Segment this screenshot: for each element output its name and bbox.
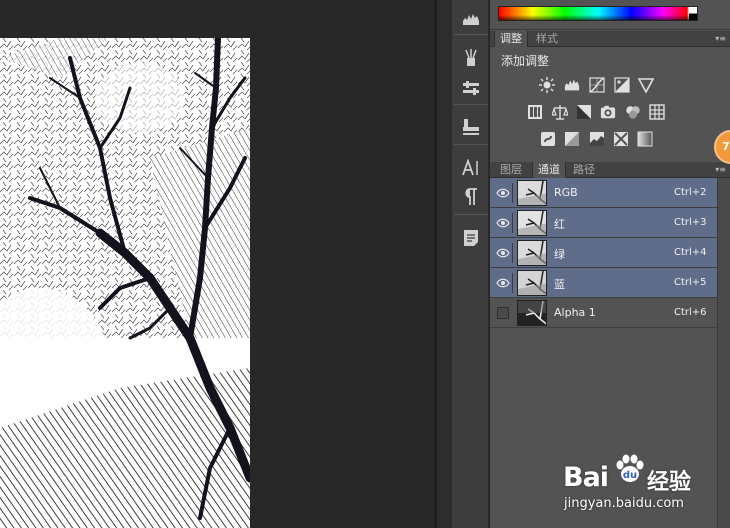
channel-thumbnail xyxy=(517,270,547,296)
adjustments-tab-bar: 调整 样式 ▾≡ xyxy=(490,31,730,47)
panel-menu-icon[interactable]: ▾≡ xyxy=(715,162,726,178)
eye-icon[interactable] xyxy=(493,273,513,293)
vibrance-icon[interactable] xyxy=(638,77,654,93)
visibility-toggle-box[interactable] xyxy=(497,307,509,319)
add-adjustment-label: 添加调整 xyxy=(501,54,550,68)
channel-name: 红 xyxy=(554,218,565,231)
tab-paths[interactable]: 路径 xyxy=(568,162,600,178)
svg-text:du: du xyxy=(623,470,637,481)
eye-icon[interactable] xyxy=(493,243,513,263)
color-balance-icon[interactable] xyxy=(552,104,568,120)
channel-name: 蓝 xyxy=(554,278,565,291)
tab-channels[interactable]: 通道 xyxy=(532,162,566,178)
tab-layers[interactable]: 图层 xyxy=(495,162,527,178)
black-white-icon[interactable] xyxy=(576,104,592,120)
channel-shortcut: Ctrl+4 xyxy=(674,247,707,258)
toolbar-separator xyxy=(454,104,488,105)
gradient-map-icon[interactable] xyxy=(637,131,653,147)
channel-shortcut: Ctrl+2 xyxy=(674,187,707,198)
panel-dock-gap xyxy=(437,0,451,528)
watermark: Bai du 经验 jingyan.baidu.com xyxy=(555,452,725,522)
clone-source-icon[interactable] xyxy=(461,117,481,137)
color-lookup-icon[interactable] xyxy=(649,104,665,120)
watermark-brand: Bai xyxy=(563,462,609,493)
channel-thumbnail xyxy=(517,240,547,266)
histogram-icon[interactable] xyxy=(461,9,481,29)
right-panel-dock: 调整 样式 ▾≡ 添加调整 图层 通道 路径 ▾≡ RGB Ctrl+2 红 C… xyxy=(490,0,730,528)
channel-row-green[interactable]: 绿 Ctrl+4 xyxy=(490,238,717,268)
channel-shortcut: Ctrl+5 xyxy=(674,277,707,288)
paw-icon: du xyxy=(616,454,644,482)
brush-presets-icon[interactable] xyxy=(461,48,481,68)
channel-name: Alpha 1 xyxy=(554,306,596,319)
channel-mixer-icon[interactable] xyxy=(625,104,641,120)
color-panel xyxy=(490,0,730,30)
tree-photo xyxy=(0,38,250,528)
channel-shortcut: Ctrl+3 xyxy=(674,217,707,228)
photo-filter-icon[interactable] xyxy=(600,104,616,120)
photoshop-window: 调整 样式 ▾≡ 添加调整 图层 通道 路径 ▾≡ RGB Ctrl+2 红 C… xyxy=(0,0,730,528)
eye-icon[interactable] xyxy=(493,213,513,233)
levels-icon[interactable] xyxy=(564,77,580,93)
hue-saturation-icon[interactable] xyxy=(527,104,543,120)
tool-presets-icon[interactable] xyxy=(461,78,481,98)
panel-menu-icon[interactable]: ▾≡ xyxy=(715,31,726,47)
toolbar-separator xyxy=(454,144,488,145)
channels-tab-bar: 图层 通道 路径 ▾≡ xyxy=(490,162,730,178)
notes-icon[interactable] xyxy=(461,228,481,248)
eye-icon[interactable] xyxy=(493,183,513,203)
tab-adjustments[interactable]: 调整 xyxy=(494,31,528,47)
document-image[interactable] xyxy=(0,38,250,528)
invert-icon[interactable] xyxy=(540,131,556,147)
channel-name: RGB xyxy=(554,186,578,199)
toolbar-separator xyxy=(454,214,488,215)
exposure-icon[interactable] xyxy=(614,77,630,93)
posterize-icon[interactable] xyxy=(564,131,580,147)
channel-row-alpha-1[interactable]: Alpha 1 Ctrl+6 xyxy=(490,298,717,328)
channel-shortcut: Ctrl+6 xyxy=(674,307,707,318)
color-spectrum-bar[interactable] xyxy=(498,6,698,21)
channel-row-blue[interactable]: 蓝 Ctrl+5 xyxy=(490,268,717,298)
channel-name: 绿 xyxy=(554,248,565,261)
curves-icon[interactable] xyxy=(589,77,605,93)
channel-thumbnail xyxy=(517,210,547,236)
toolbar-separator xyxy=(454,34,488,35)
selective-color-icon[interactable] xyxy=(613,131,629,147)
watermark-brand-suffix: 经验 xyxy=(647,470,692,495)
watermark-url: jingyan.baidu.com xyxy=(564,496,684,511)
threshold-icon[interactable] xyxy=(589,131,605,147)
panel-icon-toolbar xyxy=(451,0,489,528)
paragraph-icon[interactable] xyxy=(461,187,481,207)
channel-thumbnail xyxy=(517,180,547,206)
adjustments-panel: 添加调整 xyxy=(490,47,730,161)
channel-row-red[interactable]: 红 Ctrl+3 xyxy=(490,208,717,238)
channel-thumbnail xyxy=(517,300,547,326)
tab-styles[interactable]: 样式 xyxy=(531,31,563,47)
canvas-area[interactable] xyxy=(0,0,437,528)
channel-row-rgb[interactable]: RGB Ctrl+2 xyxy=(490,178,717,208)
brightness-contrast-icon[interactable] xyxy=(539,77,555,93)
character-icon[interactable] xyxy=(461,158,481,178)
